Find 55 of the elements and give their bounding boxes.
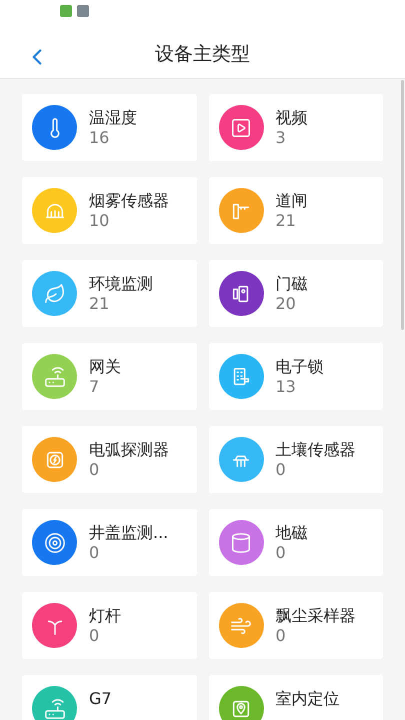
device-type-card[interactable]: 环境监测 21 <box>22 260 196 327</box>
device-type-card[interactable]: 温湿度 16 <box>22 94 196 161</box>
device-count: 0 <box>89 542 100 562</box>
device-count: 21 <box>276 210 297 230</box>
router-icon <box>44 366 66 388</box>
device-type-card[interactable]: 门磁 20 <box>208 260 383 327</box>
status-app-icon <box>60 5 72 17</box>
device-type-name: 井盖监测... <box>89 522 168 542</box>
device-type-name: 视频 <box>276 108 308 128</box>
play-icon <box>230 116 252 138</box>
device-type-card[interactable]: 视频 3 <box>208 94 383 161</box>
leaf-icon <box>44 282 66 304</box>
device-type-name: 室内定位 <box>276 689 340 709</box>
device-type-card[interactable]: 灯杆 0 <box>22 592 196 659</box>
device-type-name: 道闸 <box>276 190 308 210</box>
device-type-name: 土壤传感器 <box>276 440 356 460</box>
device-type-card[interactable]: 土壤传感器 0 <box>208 426 383 493</box>
device-type-name: 环境监测 <box>89 274 153 294</box>
device-type-card[interactable]: 地磁 0 <box>208 509 383 576</box>
device-type-name: 飘尘采样器 <box>276 606 356 626</box>
device-type-card[interactable]: 烟雾传感器 10 <box>22 177 196 244</box>
status-app-icon <box>77 5 89 17</box>
device-count: 21 <box>89 294 110 314</box>
device-type-card[interactable]: 飘尘采样器 0 <box>208 592 383 659</box>
device-type-card[interactable]: 电子锁 13 <box>208 343 383 410</box>
device-count: 13 <box>276 376 297 396</box>
device-count: 0 <box>276 626 287 646</box>
device-count: 3 <box>276 128 287 148</box>
device-type-card[interactable]: 道闸 21 <box>208 177 383 244</box>
target-icon <box>44 532 66 554</box>
device-count: 16 <box>89 128 110 148</box>
device-type-card[interactable]: 井盖监测... 0 <box>22 509 196 576</box>
device-count: 7 <box>89 376 100 396</box>
device-type-name: 门磁 <box>276 274 308 294</box>
device-type-name: G7 <box>89 689 112 709</box>
device-count: 0 <box>89 626 100 646</box>
device-type-name: 电弧探测器 <box>89 440 169 460</box>
device-type-card[interactable]: 室内定位 <box>208 675 383 720</box>
device-count: 0 <box>276 542 287 562</box>
page-title: 设备主类型 <box>155 42 250 67</box>
device-type-name: 电子锁 <box>276 356 324 376</box>
device-count: 10 <box>89 210 110 230</box>
device-type-name: 地磁 <box>276 522 308 542</box>
device-type-name: 烟雾传感器 <box>89 190 169 210</box>
device-count: 20 <box>276 294 297 314</box>
device-count: 0 <box>276 460 287 480</box>
device-count: 0 <box>89 460 100 480</box>
device-type-name: 灯杆 <box>89 606 121 626</box>
device-type-card[interactable]: 网关 7 <box>22 343 196 410</box>
router-icon <box>44 698 66 720</box>
cylinder-icon <box>230 532 252 554</box>
device-type-card[interactable]: 电弧探测器 0 <box>22 426 196 493</box>
device-type-name: 温湿度 <box>89 108 137 128</box>
device-type-name: 网关 <box>89 356 121 376</box>
device-type-card[interactable]: G7 <box>22 675 196 720</box>
